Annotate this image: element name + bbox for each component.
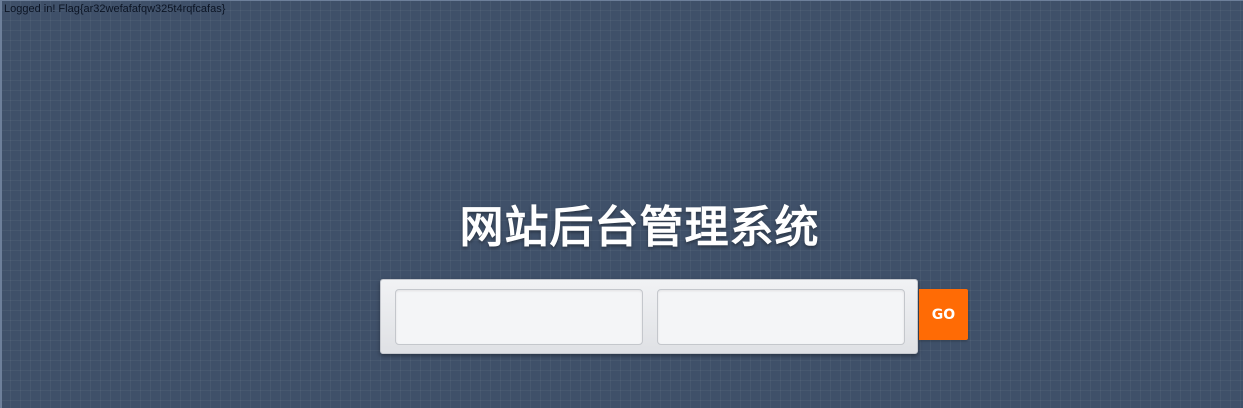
- status-message: Logged in! Flag{ar32wefafafqw325t4rqfcaf…: [4, 3, 226, 15]
- page-title: 网站后台管理系统: [459, 202, 820, 254]
- go-button[interactable]: GO: [919, 289, 968, 340]
- username-input[interactable]: [395, 289, 643, 345]
- password-input[interactable]: [657, 289, 905, 345]
- login-form: [380, 279, 918, 354]
